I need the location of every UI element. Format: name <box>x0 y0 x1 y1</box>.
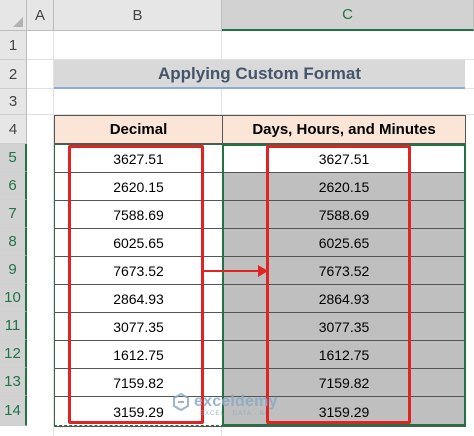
header-days-hours-minutes[interactable]: Days, Hours, and Minutes <box>222 115 466 144</box>
row-header-9[interactable]: 9 <box>0 256 27 284</box>
watermark: exceldemy EXCEL · DATA · BI <box>172 393 278 417</box>
select-all-triangle-icon <box>13 17 23 27</box>
column-header-a[interactable]: A <box>27 0 54 31</box>
row-header-2[interactable]: 2 <box>0 60 27 89</box>
row-header-1[interactable]: 1 <box>0 31 27 60</box>
arrow-line <box>204 270 260 272</box>
source-highlight-box <box>68 145 204 424</box>
row-header-7[interactable]: 7 <box>0 200 27 228</box>
column-header-b[interactable]: B <box>54 0 222 31</box>
row-header-11[interactable]: 11 <box>0 312 27 340</box>
row-header-3[interactable]: 3 <box>0 89 27 115</box>
row-header-13[interactable]: 13 <box>0 368 27 396</box>
watermark-name: exceldemy <box>194 393 278 410</box>
row-header-10[interactable]: 10 <box>0 284 27 312</box>
arrow-right-icon <box>258 265 268 277</box>
row-header-8[interactable]: 8 <box>0 228 27 256</box>
header-decimal[interactable]: Decimal <box>54 115 223 144</box>
row-header-14[interactable]: 14 <box>0 396 27 426</box>
column-header-c[interactable]: C <box>222 0 474 31</box>
sheet-title[interactable]: Applying Custom Format <box>54 60 465 89</box>
exceldemy-logo-icon <box>173 393 189 411</box>
select-all-corner[interactable] <box>0 0 27 31</box>
result-highlight-box <box>266 145 411 424</box>
watermark-tagline: EXCEL · DATA · BI <box>200 411 268 417</box>
row-header-5[interactable]: 5 <box>0 144 27 172</box>
row-header-12[interactable]: 12 <box>0 340 27 368</box>
row-header-6[interactable]: 6 <box>0 172 27 200</box>
row-header-4[interactable]: 4 <box>0 115 27 144</box>
